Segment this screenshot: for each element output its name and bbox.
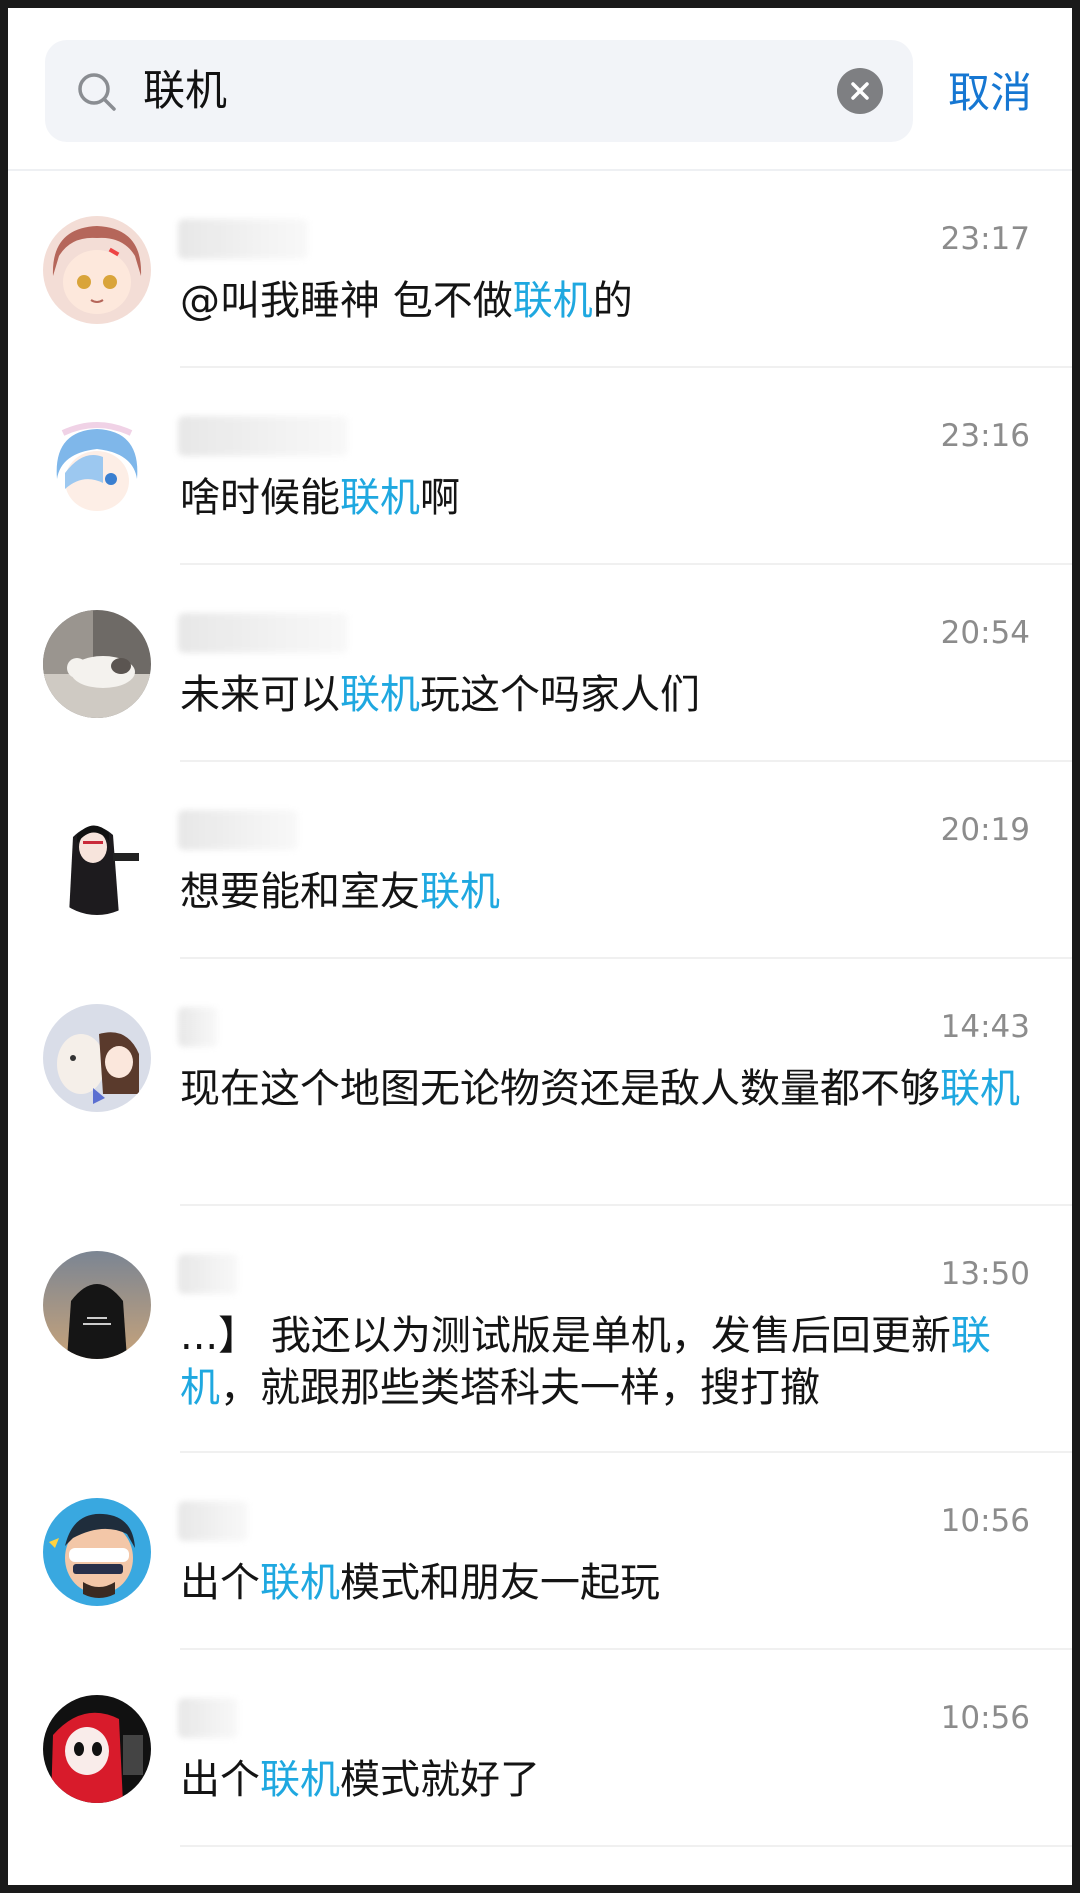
contact-name-redacted (178, 1698, 238, 1738)
contact-name-redacted (178, 416, 348, 456)
list-item[interactable]: 14:43 现在这个地图无论物资还是敌人数量都不够联机 (8, 959, 1072, 1206)
message-snippet: 未来可以联机玩这个吗家人们 (180, 672, 700, 718)
contact-name-redacted (178, 810, 298, 850)
message-snippet: 现在这个地图无论物资还是敌人数量都不够联机 (180, 1066, 1020, 1112)
contact-name-redacted (178, 1254, 238, 1294)
contact-name-redacted (178, 1007, 218, 1047)
cancel-button[interactable]: 取消 (948, 66, 1032, 120)
timestamp: 10:56 (940, 1503, 1030, 1539)
timestamp: 23:16 (940, 418, 1030, 454)
avatar (43, 1498, 151, 1606)
message-snippet: 出个联机模式和朋友一起玩 (180, 1560, 660, 1606)
search-bar[interactable]: 联机 (45, 40, 913, 142)
timestamp: 10:56 (940, 1700, 1030, 1736)
avatar (43, 1004, 151, 1112)
list-item[interactable]: 10:56 出个联机模式就好了 (8, 1650, 1072, 1847)
avatar (43, 610, 151, 718)
message-snippet: 出个联机模式就好了 (180, 1757, 540, 1803)
timestamp: 20:19 (940, 812, 1030, 848)
clear-icon[interactable] (837, 68, 883, 114)
list-item[interactable]: 23:16 啥时候能联机啊 (8, 368, 1072, 565)
divider (180, 1845, 1072, 1847)
search-screen: 联机 取消 23:17 @叫我睡神 包不做联机的 23:16 啥时候能联机啊 2… (8, 8, 1072, 1885)
list-item[interactable]: 23:17 @叫我睡神 包不做联机的 (8, 171, 1072, 368)
timestamp: 23:17 (940, 221, 1030, 257)
message-snippet: ...】 我还以为测试版是单机，发售后回更新联机，就跟那些类塔科夫一样，搜打撤 (180, 1313, 991, 1411)
avatar (43, 807, 151, 915)
avatar (43, 413, 151, 521)
search-icon (75, 70, 119, 114)
message-snippet: 啥时候能联机啊 (180, 475, 460, 521)
contact-name-redacted (178, 1501, 248, 1541)
list-item[interactable]: 20:19 想要能和室友联机 (8, 762, 1072, 959)
list-item[interactable]: 20:54 未来可以联机玩这个吗家人们 (8, 565, 1072, 762)
avatar (43, 216, 151, 324)
avatar (43, 1695, 151, 1803)
message-snippet: 想要能和室友联机 (180, 869, 500, 915)
timestamp: 13:50 (940, 1256, 1030, 1292)
avatar (43, 1251, 151, 1359)
contact-name-redacted (178, 219, 308, 259)
list-item[interactable]: 10:56 出个联机模式和朋友一起玩 (8, 1453, 1072, 1650)
timestamp: 20:54 (940, 615, 1030, 651)
contact-name-redacted (178, 613, 348, 653)
result-list: 23:17 @叫我睡神 包不做联机的 23:16 啥时候能联机啊 20:54 未… (8, 171, 1072, 1847)
message-snippet: @叫我睡神 包不做联机的 (180, 278, 633, 324)
timestamp: 14:43 (940, 1009, 1030, 1045)
search-input[interactable]: 联机 (143, 64, 227, 118)
list-item[interactable]: 13:50 ...】 我还以为测试版是单机，发售后回更新联机，就跟那些类塔科夫一… (8, 1206, 1072, 1453)
